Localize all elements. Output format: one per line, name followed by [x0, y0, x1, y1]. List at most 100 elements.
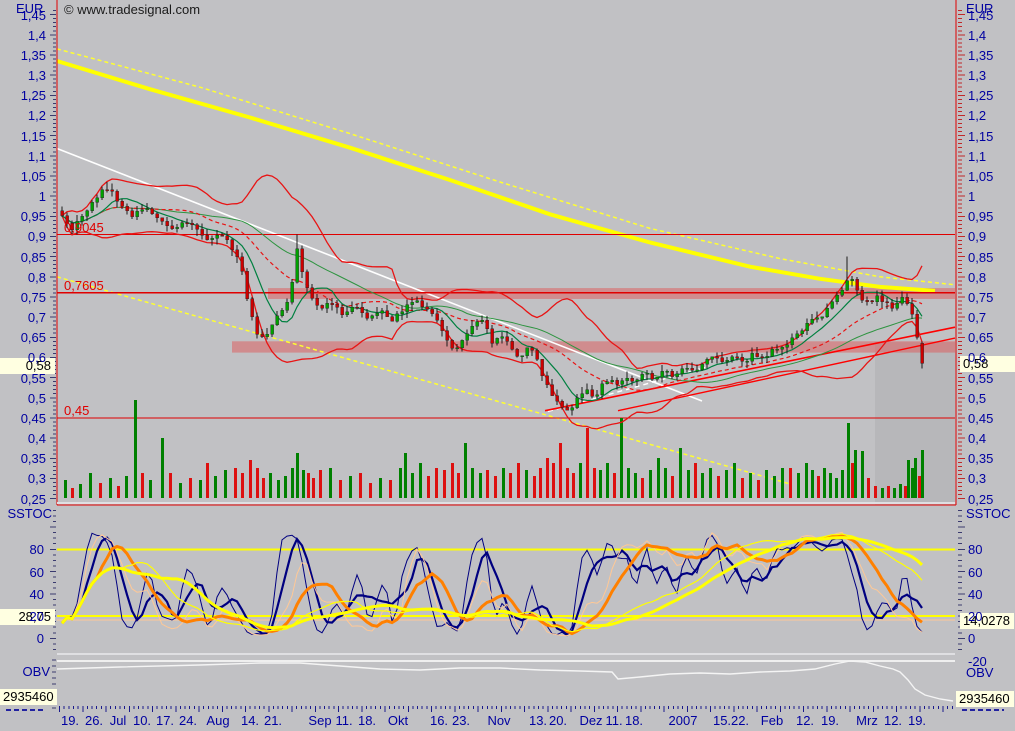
candle-down — [161, 218, 164, 221]
candle-up — [216, 235, 219, 238]
candle-down — [191, 223, 194, 224]
price-tick-right-0,75: 0,75 — [968, 291, 993, 304]
candle-down — [756, 353, 759, 356]
candle-down — [671, 371, 674, 376]
price-tick-right-0,6: 0,6 — [968, 351, 986, 364]
volume-bar — [161, 438, 164, 498]
volume-bar — [359, 473, 362, 498]
sstoc-tick-left-0: 0 — [0, 632, 44, 645]
volume-bar — [552, 463, 555, 498]
volume-bar — [339, 480, 342, 498]
price-tick-right-1,4: 1,4 — [968, 29, 986, 42]
candle-down — [256, 317, 259, 334]
chart-canvas[interactable] — [0, 0, 1015, 731]
volume-bar — [725, 470, 728, 498]
candle-up — [496, 338, 499, 343]
candle-up — [176, 227, 179, 228]
candle-down — [316, 298, 319, 305]
price-hline-label-0: 0,9045 — [64, 221, 104, 234]
candle-up — [786, 345, 789, 347]
candle-up — [401, 312, 404, 314]
candle-down — [871, 301, 874, 302]
volume-bar — [649, 470, 652, 498]
price-tick-right-1,15: 1,15 — [968, 130, 993, 143]
candle-down — [631, 378, 634, 381]
candle-down — [556, 396, 559, 402]
price-tick-left-1,15: 1,15 — [0, 130, 46, 143]
candle-down — [226, 236, 229, 240]
volume-bar — [262, 478, 265, 498]
candle-down — [126, 206, 129, 210]
price-tick-left-0,8: 0,8 — [0, 271, 46, 284]
date-label-11.: 11. — [605, 713, 622, 728]
candle-up — [656, 377, 659, 379]
price-tick-right-1,2: 1,2 — [968, 109, 986, 122]
candle-down — [201, 229, 204, 235]
candle-down — [391, 317, 394, 321]
date-label-18.: 18. — [358, 713, 376, 728]
volume-bar — [494, 476, 497, 498]
volume-bar — [817, 476, 820, 498]
candle-down — [736, 357, 739, 358]
volume-bar — [797, 473, 800, 498]
volume-bar — [733, 463, 736, 498]
volume-bar — [579, 463, 582, 498]
candle-up — [751, 353, 754, 361]
date-label-19.: 19. — [821, 713, 839, 728]
tradesignal-chart-window: EUR © www.tradesignal.com EUR SSTOC SSTO… — [0, 0, 1015, 731]
date-label-Nov: Nov — [487, 713, 510, 728]
volume-bar — [599, 470, 602, 498]
date-label-18.: 18. — [625, 713, 643, 728]
obv-value-badge-right: 2935460 — [956, 691, 1014, 707]
date-label-24.: 24. — [179, 713, 197, 728]
candle-up — [791, 338, 794, 345]
volume-bar — [679, 448, 682, 498]
obv-value-badge-left: 2935460 — [0, 689, 57, 705]
candle-down — [716, 357, 719, 358]
price-tick-left-0,7: 0,7 — [0, 311, 46, 324]
candle-down — [886, 302, 889, 303]
candle-up — [851, 279, 854, 280]
copyright-text: © www.tradesignal.com — [64, 2, 200, 17]
candle-up — [841, 290, 844, 295]
date-label-12.: 12. — [884, 713, 902, 728]
price-tick-right-0,5: 0,5 — [968, 392, 986, 405]
candle-down — [721, 358, 724, 362]
candle-up — [281, 310, 284, 315]
volume-bar — [389, 480, 392, 498]
date-label-Sep: Sep — [308, 713, 331, 728]
candle-down — [321, 305, 324, 308]
volume-bar — [749, 473, 752, 498]
volume-bar — [620, 418, 623, 498]
volume-bar — [471, 468, 474, 498]
volume-bar — [851, 463, 854, 498]
date-label-17.: 17. — [156, 713, 174, 728]
volume-bar — [641, 478, 644, 498]
candle-up — [611, 380, 614, 381]
price-tick-left-1,35: 1,35 — [0, 49, 46, 62]
candle-up — [801, 331, 804, 334]
candle-down — [386, 311, 389, 317]
candle-up — [826, 308, 829, 317]
candle-down — [251, 299, 254, 317]
candle-up — [576, 398, 579, 408]
candle-up — [211, 238, 214, 239]
volume-bar — [841, 470, 844, 498]
candle-up — [326, 303, 329, 308]
volume-bar — [479, 473, 482, 498]
date-label-13.: 13. — [529, 713, 547, 728]
candle-down — [361, 307, 364, 313]
volume-bar — [634, 473, 637, 498]
candle-up — [371, 316, 374, 319]
date-label-20.: 20. — [549, 713, 567, 728]
volume-bar — [805, 463, 808, 498]
candle-down — [261, 334, 264, 336]
candle-down — [906, 297, 909, 303]
volume-bar — [687, 470, 690, 498]
candle-up — [276, 316, 279, 325]
volume-bar — [399, 468, 402, 498]
volume-bar — [781, 468, 784, 498]
candle-up — [136, 211, 139, 216]
volume-bar — [525, 470, 528, 498]
price-tick-left-1,3: 1,3 — [0, 69, 46, 82]
